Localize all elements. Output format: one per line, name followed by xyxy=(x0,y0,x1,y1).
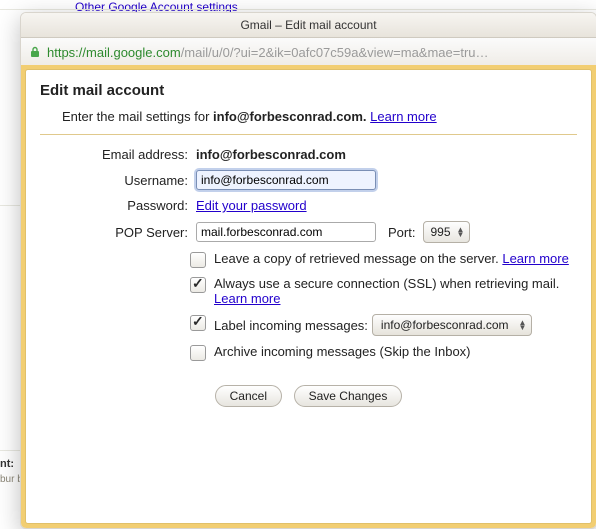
label-incoming-checkbox[interactable] xyxy=(190,315,206,331)
ssl-learn-more[interactable]: Learn more xyxy=(214,291,280,306)
url-secure-part: https://mail.google.com xyxy=(47,45,181,60)
label-pop: POP Server: xyxy=(40,225,196,240)
save-button[interactable]: Save Changes xyxy=(294,385,403,407)
leave-copy-label: Leave a copy of retrieved message on the… xyxy=(214,251,499,266)
ssl-checkbox[interactable] xyxy=(190,277,206,293)
window-title: Gmail – Edit mail account xyxy=(21,13,596,38)
edit-password-link[interactable]: Edit your password xyxy=(196,198,307,213)
intro-line: Enter the mail settings for info@forbesc… xyxy=(40,107,577,132)
background-label: nt: xyxy=(0,458,14,470)
intro-email: info@forbesconrad.com. xyxy=(213,109,367,124)
learn-more-link[interactable]: Learn more xyxy=(370,109,436,124)
ssl-label: Always use a secure connection (SSL) whe… xyxy=(214,276,559,291)
address-bar[interactable]: https://mail.google.com/mail/u/0/?ui=2&i… xyxy=(21,38,596,67)
label-port: Port: xyxy=(388,225,415,240)
label-incoming-value: info@forbesconrad.com xyxy=(381,318,509,332)
lock-icon xyxy=(29,46,41,58)
label-password: Password: xyxy=(40,198,196,213)
separator xyxy=(40,134,577,135)
archive-label: Archive incoming messages (Skip the Inbo… xyxy=(214,344,471,359)
updown-icon: ▲▼ xyxy=(455,227,467,237)
popup-window: Gmail – Edit mail account https://mail.g… xyxy=(20,12,596,529)
username-input[interactable] xyxy=(196,170,376,190)
label-email: Email address: xyxy=(40,147,196,162)
label-username: Username: xyxy=(40,173,196,188)
archive-checkbox[interactable] xyxy=(190,345,206,361)
intro-prefix: Enter the mail settings for xyxy=(62,109,213,124)
label-incoming-label: Label incoming messages: xyxy=(214,318,368,333)
email-value: info@forbesconrad.com xyxy=(196,147,346,162)
cancel-button[interactable]: Cancel xyxy=(215,385,282,407)
leave-copy-learn-more[interactable]: Learn more xyxy=(502,251,568,266)
port-value: 995 xyxy=(430,225,450,239)
updown-icon: ▲▼ xyxy=(517,320,529,330)
label-incoming-select[interactable]: info@forbesconrad.com ▲▼ xyxy=(372,314,532,336)
pop-server-input[interactable] xyxy=(196,222,376,242)
leave-copy-checkbox[interactable] xyxy=(190,252,206,268)
url-rest-part: /mail/u/0/?ui=2&ik=0afc07c59a&view=ma&ma… xyxy=(181,45,489,60)
port-select[interactable]: 995 ▲▼ xyxy=(423,221,469,243)
dialog-title: Edit mail account xyxy=(40,80,577,107)
